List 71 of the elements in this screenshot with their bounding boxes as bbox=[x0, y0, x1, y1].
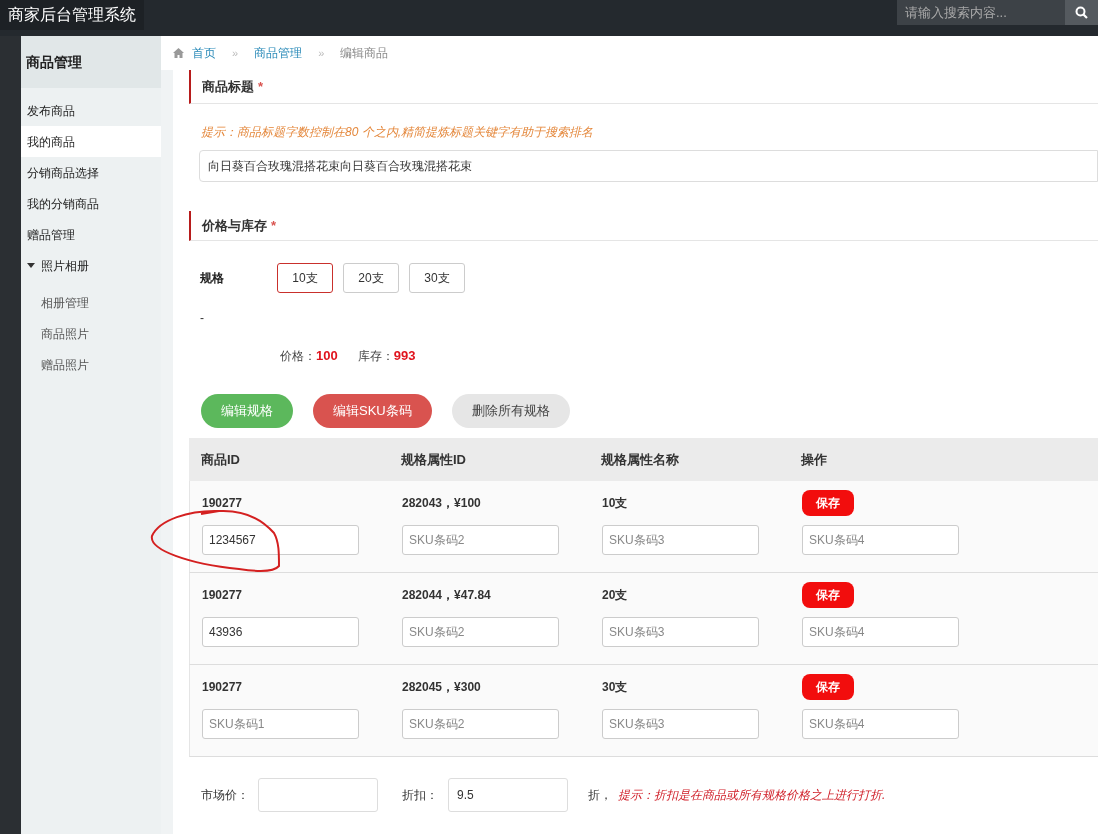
sku-input-field[interactable]: SKU条码4 bbox=[802, 616, 959, 647]
sku-input-field[interactable]: SKU条码4 bbox=[802, 708, 959, 739]
section-heading: 商品标题 bbox=[202, 77, 254, 96]
search-field[interactable]: 请输入搜索内容... bbox=[897, 0, 1065, 25]
sku-input-field[interactable]: SKU条码3 bbox=[602, 616, 759, 647]
title-hint: 提示：商品标题字数控制在80 个之内,精简提炼标题关键字有助于搜索排名 bbox=[201, 124, 594, 141]
column-header: 规格属性ID bbox=[401, 452, 466, 467]
table-cell: 20支 bbox=[602, 587, 628, 602]
breadcrumb-link[interactable]: 首页 bbox=[192, 44, 216, 62]
price-value: 100 bbox=[316, 347, 338, 365]
table-cell: 190277 bbox=[202, 495, 243, 510]
stock-label: 库存： bbox=[357, 347, 394, 365]
breadcrumb-separator: » bbox=[232, 45, 239, 61]
sidebar-item[interactable]: 赠品管理 bbox=[21, 219, 161, 250]
breadcrumb-link[interactable]: 商品管理 bbox=[254, 44, 303, 62]
sidebar-item[interactable]: 我的分销商品 bbox=[21, 188, 161, 219]
spec-option[interactable]: 30支 bbox=[409, 263, 465, 293]
sku-input-field[interactable]: SKU条码3 bbox=[602, 708, 759, 739]
save-button[interactable]: 保存 bbox=[802, 673, 854, 700]
sidebar-item[interactable]: 照片相册 bbox=[21, 250, 161, 281]
sku-input-field[interactable]: SKU条码4 bbox=[802, 524, 959, 555]
search-icon bbox=[1075, 6, 1088, 19]
sku-input-field[interactable]: 1234567 bbox=[202, 524, 359, 555]
sidebar-header: 商品管理 bbox=[21, 36, 161, 88]
spec-label: 规格 bbox=[200, 270, 225, 287]
action-button[interactable]: 编辑SKU条码 bbox=[313, 393, 432, 428]
sidebar-item[interactable]: 商品照片 bbox=[21, 318, 161, 349]
sidebar-item[interactable]: 发布商品 bbox=[21, 95, 161, 126]
sku-input-field[interactable]: SKU条码2 bbox=[402, 708, 559, 739]
required-mark: * bbox=[258, 77, 264, 96]
sidebar-item[interactable]: 分销商品选择 bbox=[21, 157, 161, 188]
market-price-field[interactable] bbox=[258, 777, 378, 812]
section-heading: 价格与库存 bbox=[202, 216, 267, 235]
discount-hint: 提示：折扣是在商品或所有规格价格之上进行打折. bbox=[618, 786, 886, 804]
sidebar-item[interactable]: 赠品照片 bbox=[21, 349, 161, 380]
column-header: 操作 bbox=[801, 452, 827, 467]
table-cell: 190277 bbox=[202, 679, 243, 694]
sku-input-field[interactable]: SKU条码1 bbox=[202, 708, 359, 739]
price-label: 价格： bbox=[280, 347, 316, 365]
required-mark: * bbox=[271, 216, 277, 235]
stock-value: 993 bbox=[393, 347, 416, 365]
field-label: 折扣： bbox=[402, 786, 439, 804]
column-header: 商品ID bbox=[201, 452, 240, 467]
sidebar-item[interactable]: 我的商品 bbox=[21, 126, 161, 157]
discount-unit: 折， bbox=[588, 786, 612, 804]
home-icon bbox=[173, 48, 184, 58]
spec-option[interactable]: 10支 bbox=[277, 263, 333, 293]
breadcrumb-current: 编辑商品 bbox=[340, 45, 389, 62]
field-label: 市场价： bbox=[201, 786, 250, 804]
sku-input-field[interactable]: 43936 bbox=[202, 616, 359, 647]
spec-option[interactable]: 20支 bbox=[343, 263, 399, 293]
action-button[interactable]: 删除所有规格 bbox=[451, 393, 570, 428]
save-button[interactable]: 保存 bbox=[802, 581, 854, 608]
app-title: 商家后台管理系统 bbox=[0, 0, 144, 30]
table-cell: 282045，¥300 bbox=[402, 679, 481, 694]
dash-text: - bbox=[199, 310, 205, 327]
table-cell: 10支 bbox=[602, 495, 628, 510]
sku-input-field[interactable]: SKU条码2 bbox=[402, 524, 559, 555]
table-cell: 30支 bbox=[602, 679, 628, 694]
table-cell: 282043，¥100 bbox=[402, 495, 481, 510]
table-cell: 190277 bbox=[202, 587, 243, 602]
discount-field[interactable]: 9.5 bbox=[448, 777, 568, 812]
sku-input-field[interactable]: SKU条码3 bbox=[602, 524, 759, 555]
table-cell: 282044，¥47.84 bbox=[402, 587, 491, 602]
sku-input-field[interactable]: SKU条码2 bbox=[402, 616, 559, 647]
breadcrumb-separator: » bbox=[318, 45, 325, 61]
title-input-field[interactable]: 向日葵百合玫瑰混搭花束向日葵百合玫瑰混搭花束 bbox=[199, 150, 1098, 182]
column-header: 规格属性名称 bbox=[601, 452, 679, 467]
search-button[interactable] bbox=[1065, 0, 1098, 25]
save-button[interactable]: 保存 bbox=[802, 489, 854, 516]
sidebar-item[interactable]: 相册管理 bbox=[21, 287, 161, 318]
